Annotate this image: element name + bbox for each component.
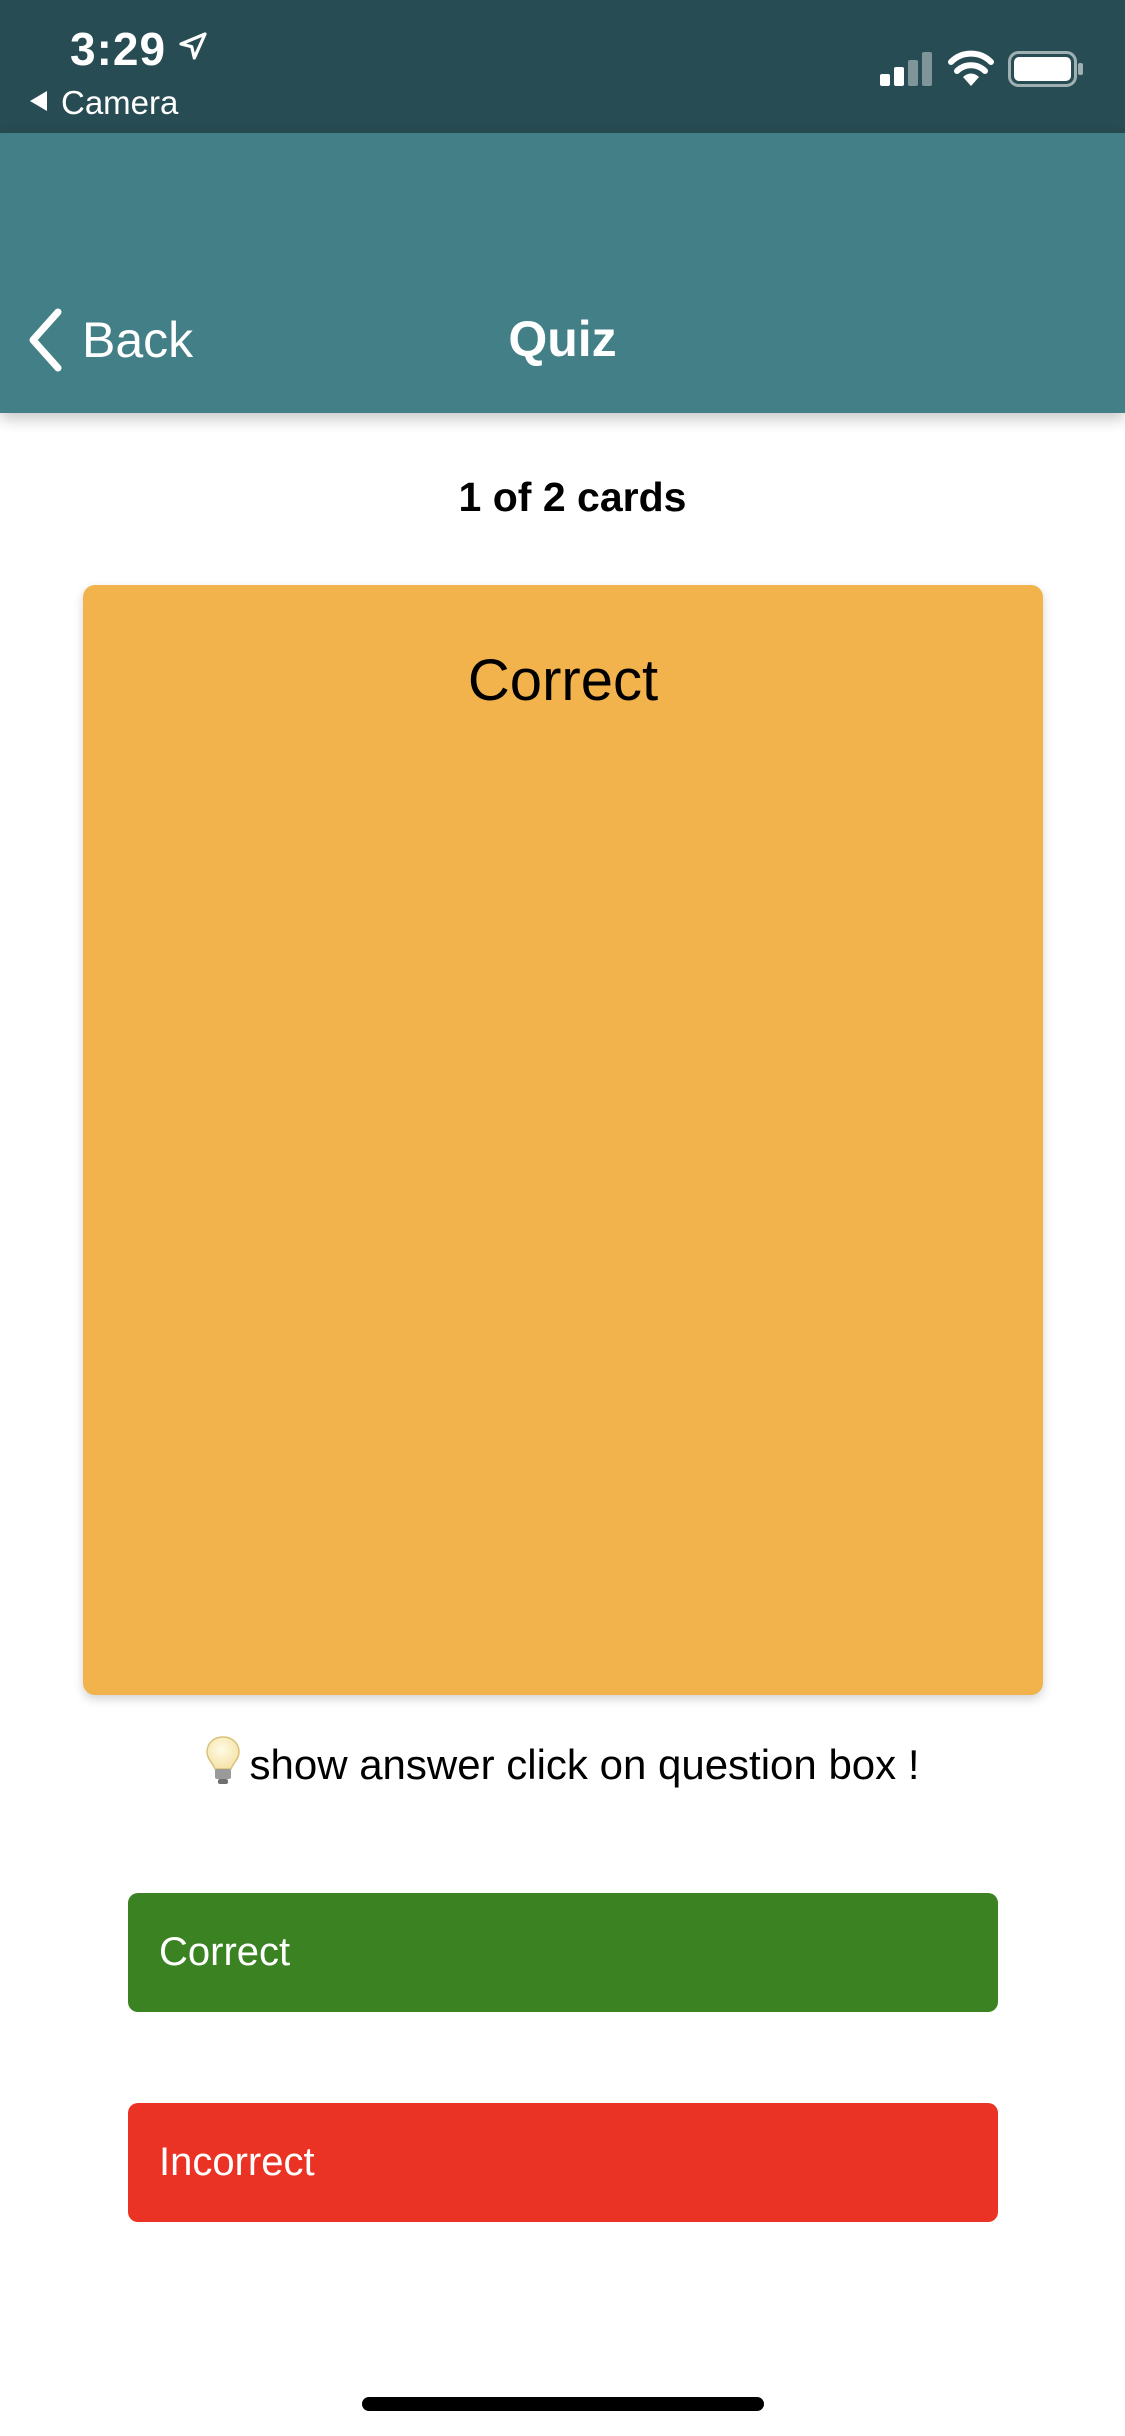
- cellular-signal-icon: [880, 52, 932, 86]
- location-arrow-icon: [179, 32, 207, 60]
- back-to-app-link[interactable]: Camera: [30, 84, 178, 122]
- card-counter: 1 of 2 cards: [458, 474, 687, 520]
- home-indicator[interactable]: [362, 2397, 764, 2411]
- question-card[interactable]: Correct: [83, 585, 1043, 1695]
- card-text: Correct: [467, 648, 659, 713]
- battery-icon: [1008, 51, 1083, 87]
- status-time: 3:29: [70, 23, 167, 75]
- nav-bar: Back Quiz: [0, 133, 1125, 413]
- back-triangle-icon: [30, 91, 47, 111]
- incorrect-button[interactable]: Incorrect: [128, 2103, 998, 2222]
- lightbulb-icon: [206, 1736, 241, 1784]
- hint-text: show answer click on question box !: [249, 1741, 920, 1788]
- correct-button[interactable]: Correct: [128, 1893, 998, 2012]
- hint-text-row: show answer click on question box !: [0, 1735, 1125, 1789]
- status-bar: 3:29 Camera: [0, 0, 1125, 133]
- back-app-label: Camera: [61, 84, 179, 121]
- wifi-icon: [948, 50, 994, 86]
- page-title: Quiz: [508, 311, 617, 367]
